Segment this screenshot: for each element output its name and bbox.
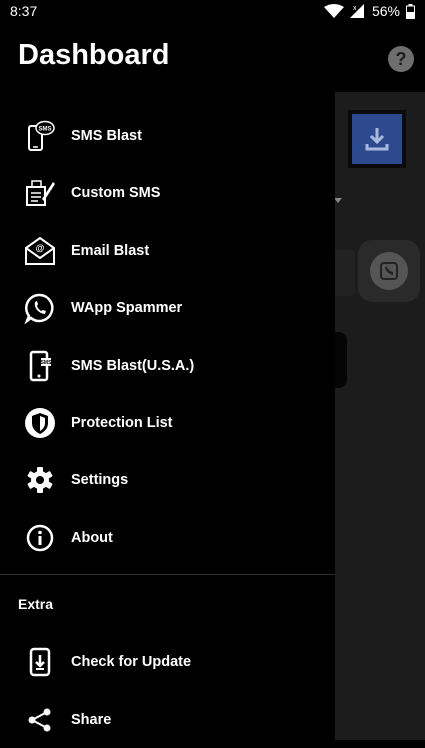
menu-item-email-blast[interactable]: @ Email Blast [0, 222, 335, 279]
section-label-extra: Extra [18, 596, 54, 612]
info-icon [24, 522, 56, 554]
download-button[interactable] [352, 114, 402, 164]
sms-phone-icon: SMS [24, 120, 56, 152]
background-content [335, 92, 425, 740]
help-icon[interactable]: ? [388, 46, 414, 72]
svg-text:SMS: SMS [41, 360, 53, 366]
battery-percent: 56% [371, 3, 400, 19]
menu-item-wapp-spammer[interactable]: WApp Spammer [0, 279, 335, 336]
navigation-drawer: Dashboard SMS SMS Blast Custom SMS @ Ema… [0, 22, 335, 740]
svg-text:@: @ [36, 243, 45, 253]
menu-label: Protection List [71, 414, 173, 431]
menu-item-check-for-update[interactable]: Check for Update [0, 633, 335, 690]
menu-divider [0, 574, 335, 575]
gear-icon [24, 464, 56, 496]
download-update-icon [24, 646, 56, 678]
status-bar: 8:37 x 56% [0, 0, 425, 22]
wifi-icon [323, 4, 344, 18]
menu-item-settings[interactable]: Settings [0, 451, 335, 508]
sms-phone-usa-icon: SMS [24, 350, 56, 382]
drawer-title: Dashboard [18, 39, 170, 71]
contacts-button[interactable] [358, 240, 420, 302]
dropdown-caret [334, 198, 342, 203]
background-tab [335, 332, 347, 388]
svg-text:SMS: SMS [38, 126, 51, 132]
shield-icon [24, 407, 56, 439]
background-input-field [335, 250, 355, 296]
battery-icon [406, 3, 415, 19]
status-icons: x 56% [323, 3, 415, 19]
menu-item-custom-sms[interactable]: Custom SMS [0, 164, 335, 221]
status-time: 8:37 [10, 3, 38, 19]
menu-label: Settings [71, 471, 129, 488]
menu-item-sms-blast[interactable]: SMS SMS Blast [0, 107, 335, 164]
menu-label: Check for Update [71, 653, 192, 670]
menu-item-about[interactable]: About [0, 509, 335, 566]
menu-label: Share [71, 711, 112, 728]
menu-label: About [71, 529, 113, 546]
menu-label: WApp Spammer [71, 299, 183, 316]
menu-item-protection-list[interactable]: Protection List [0, 394, 335, 451]
menu-item-sms-blast-usa[interactable]: SMS SMS Blast(U.S.A.) [0, 337, 335, 394]
menu-label: SMS Blast(U.S.A.) [71, 357, 195, 374]
menu-label: SMS Blast [71, 127, 142, 144]
svg-text:x: x [353, 5, 357, 12]
share-icon [24, 704, 56, 736]
download-icon [365, 128, 389, 151]
custom-sms-icon [24, 177, 56, 209]
email-envelope-icon: @ [24, 235, 56, 267]
menu-item-share[interactable]: Share [0, 691, 335, 748]
menu-label: Email Blast [71, 242, 150, 259]
whatsapp-icon [24, 292, 56, 324]
menu-label: Custom SMS [71, 184, 161, 201]
phone-icon [370, 252, 408, 290]
cellular-signal-icon: x [349, 4, 364, 18]
